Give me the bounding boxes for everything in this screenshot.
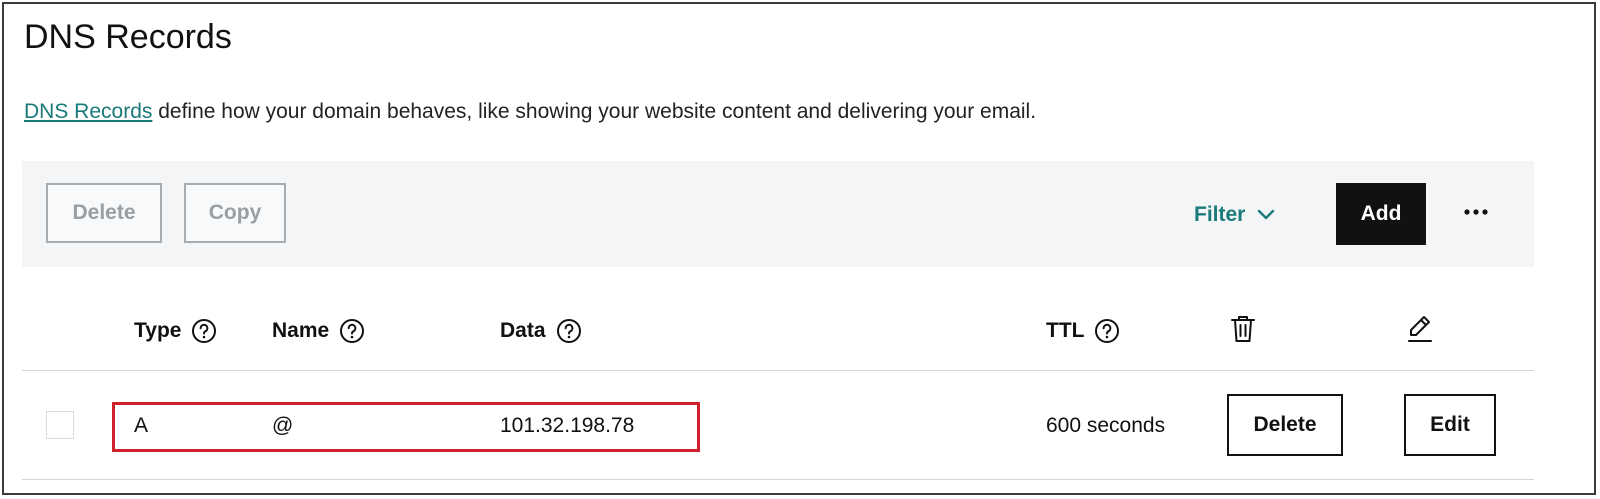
trash-icon bbox=[1231, 316, 1255, 342]
dns-records-panel: DNS Records DNS Records define how your … bbox=[2, 2, 1596, 495]
table-row: A @ 101.32.198.78 600 seconds Delete Edi… bbox=[22, 371, 1534, 480]
column-label: Type bbox=[134, 319, 182, 342]
page-description: DNS Records define how your domain behav… bbox=[24, 100, 1036, 124]
dns-records-link[interactable]: DNS Records bbox=[24, 100, 152, 123]
table-header: Type Name Data TTL bbox=[22, 294, 1534, 371]
page-title: DNS Records bbox=[24, 18, 232, 56]
description-text: define how your domain behaves, like sho… bbox=[152, 100, 1037, 123]
question-circle-icon[interactable] bbox=[191, 318, 217, 344]
question-circle-icon[interactable] bbox=[339, 318, 365, 344]
more-horizontal-icon[interactable] bbox=[1456, 197, 1496, 227]
column-label: TTL bbox=[1046, 319, 1085, 342]
column-header-name: Name bbox=[272, 318, 365, 344]
column-label: Data bbox=[500, 319, 546, 342]
question-circle-icon[interactable] bbox=[556, 318, 582, 344]
bulk-copy-button[interactable]: Copy bbox=[184, 183, 286, 243]
chevron-down-icon bbox=[1258, 209, 1275, 220]
row-select-checkbox[interactable] bbox=[46, 411, 74, 439]
record-data: 101.32.198.78 bbox=[500, 414, 635, 437]
bulk-delete-button[interactable]: Delete bbox=[46, 183, 162, 243]
delete-record-button[interactable]: Delete bbox=[1227, 394, 1343, 456]
question-circle-icon[interactable] bbox=[1094, 318, 1120, 344]
column-header-type: Type bbox=[134, 318, 217, 344]
filter-dropdown[interactable]: Filter bbox=[1194, 203, 1275, 227]
column-header-ttl: TTL bbox=[1046, 318, 1120, 344]
records-toolbar: Delete Copy Filter Add bbox=[22, 161, 1534, 267]
column-header-data: Data bbox=[500, 318, 582, 344]
record-name: @ bbox=[272, 414, 294, 437]
record-type: A bbox=[134, 414, 149, 437]
edit-record-button[interactable]: Edit bbox=[1404, 394, 1496, 456]
pencil-icon bbox=[1408, 316, 1432, 342]
filter-label: Filter bbox=[1194, 203, 1246, 226]
record-ttl: 600 seconds bbox=[1046, 414, 1166, 437]
add-record-button[interactable]: Add bbox=[1336, 183, 1426, 245]
column-label: Name bbox=[272, 319, 330, 342]
